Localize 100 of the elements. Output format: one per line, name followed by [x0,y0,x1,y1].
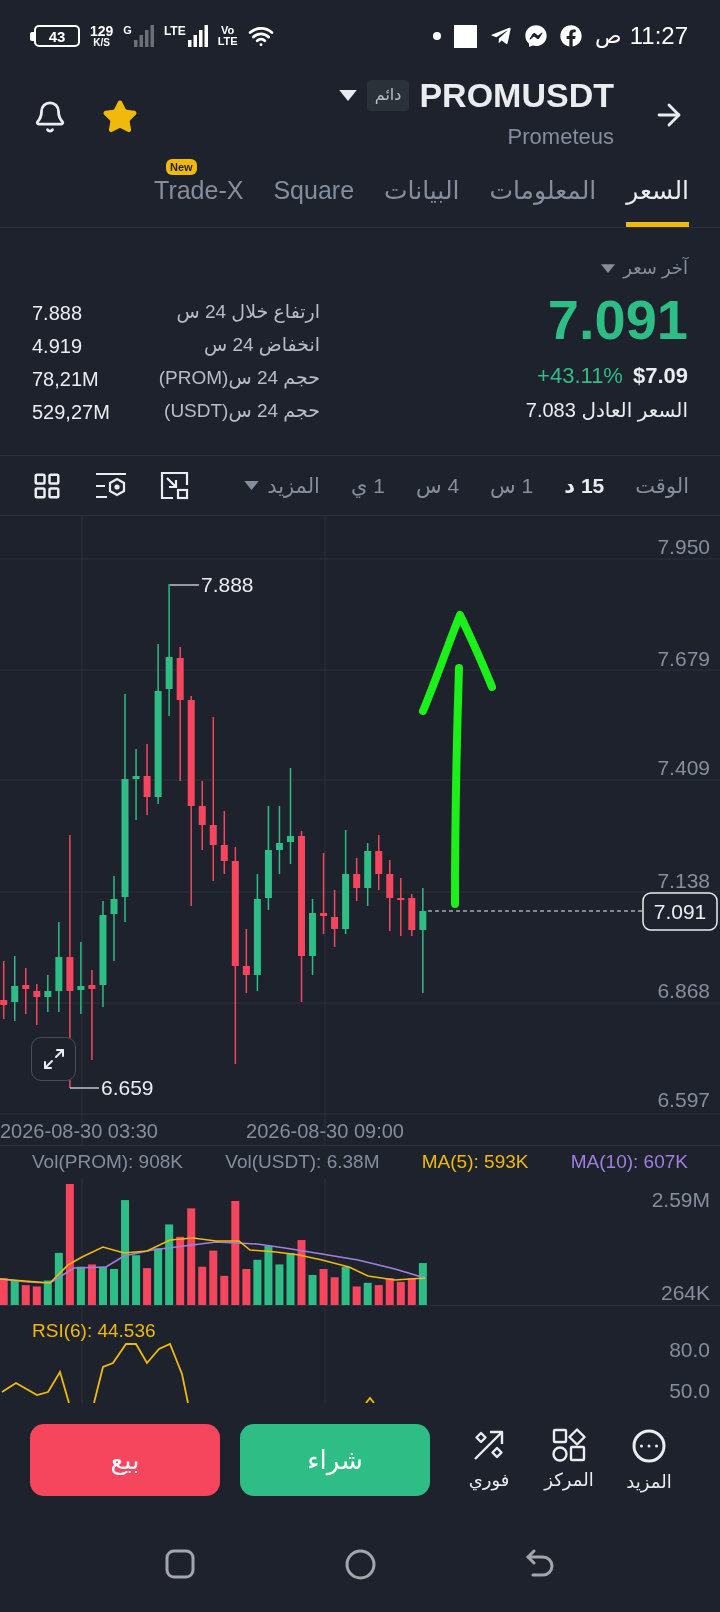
volume-bar [264,1246,273,1305]
home-icon[interactable] [344,1549,376,1580]
low-price-label: 6.659 [101,1076,154,1099]
volume-bar [308,1275,317,1305]
volume-bar [352,1286,361,1305]
candlestick [33,983,41,1026]
caret-down-icon [601,263,616,273]
shapes-icon [552,1428,586,1462]
tab[interactable]: السعر [626,175,689,227]
candlestick [353,857,361,902]
volume-legend: Vol(USDT): 6.38M [225,1147,380,1177]
shortcut-button[interactable]: المزيد [609,1428,689,1493]
volume-bar [32,1286,41,1305]
more-dropdown[interactable]: المزيد [244,469,320,502]
caret-down-icon [338,89,357,101]
volume-bar [176,1236,185,1305]
volume-bar [98,1266,107,1305]
volume-axis-label: 2.59M [651,1188,710,1211]
volume-bar [374,1285,383,1305]
price-axis-label: 6.868 [657,979,710,1002]
network-speed: 129 K/S [90,24,114,48]
lines-hexagon-icon[interactable] [95,471,127,500]
candlestick [198,780,206,851]
interval-tab[interactable]: 1 س [490,469,534,502]
leader-line [169,584,200,586]
volume-bar [198,1266,207,1305]
volume-bar [110,1269,118,1305]
tab[interactable]: Trade-X [154,175,244,227]
bell-icon[interactable] [33,100,67,134]
recent-apps-icon[interactable] [165,1549,195,1579]
volume-bar [286,1252,295,1305]
asset-name: Prometeus [507,123,614,151]
stat-label: حجم 24 س(USDT) [164,399,320,424]
volume-axis-label: 264K [660,1281,710,1304]
price-axis-label: 7.950 [657,535,710,558]
volume-bar [396,1281,405,1305]
interval-tab[interactable]: 15 د [564,469,605,502]
shortcut-button[interactable]: فوري [449,1428,529,1493]
candlestick [0,960,8,1020]
candlestick [408,893,416,937]
time-label: الوقت [635,472,689,500]
battery-indicator: 43 [30,25,80,47]
candlestick [375,834,383,891]
volume-bar [341,1266,350,1305]
volume-bar [319,1269,328,1305]
buy-button[interactable]: شراء [240,1424,430,1496]
price-type-dropdown[interactable]: آخر سعر [601,256,688,280]
sell-button[interactable]: بيع [30,1424,220,1496]
diagonal-arrow-icon [472,1428,506,1462]
last-price-tag: 7.091 [642,892,718,931]
star-icon[interactable] [102,99,138,135]
volume-bar [10,1280,19,1305]
volume-legend: Vol(PROM): 908K [32,1147,183,1177]
meridiem-label: ص [595,25,622,47]
shortcut-button[interactable]: المركز [529,1428,609,1493]
price-change: +43.11% [537,361,623,390]
volume-bar [209,1250,218,1305]
volume-bar [0,1278,8,1305]
diagonal-arrows-icon [41,1047,66,1071]
tab[interactable]: Square [273,175,355,227]
leader-line [69,1087,100,1089]
volume-bar [54,1252,63,1305]
volte-label: Vo LTE [217,25,238,47]
square-icon [454,24,478,48]
candlestick [397,877,405,937]
volume-bar [253,1259,262,1305]
stat-value: 529,27M [32,399,110,425]
back-icon[interactable] [525,1549,555,1579]
price-axis-label: 7.138 [657,869,710,892]
rsi-axis-label: 50.0 [669,1379,710,1402]
high-price-label: 7.888 [201,573,254,596]
interval-tab[interactable]: 1 ي [350,469,385,502]
stat-value: 7.888 [32,300,83,326]
price-axis-label: 7.409 [657,756,710,779]
volume-bar [132,1255,141,1305]
frame-arrow-icon[interactable] [160,471,189,500]
clock-time: 11:27 [629,24,688,48]
time-axis-label: 2026-08-30 03:30 [0,1120,158,1142]
fair-price: السعر العادل 7.083 [525,398,688,424]
symbol-title[interactable]: PROMUSDT [419,75,614,115]
volume-bar [407,1278,416,1305]
volume-bar [418,1263,427,1305]
candlestick [331,889,339,948]
volume-bar [330,1277,339,1305]
paper-plane-icon [490,25,513,47]
tab[interactable]: المعلومات [489,175,597,227]
candlestick [364,842,372,907]
interval-tab[interactable]: 4 س [415,469,460,502]
rsi-legend: RSI(6): 44.536 [32,1320,156,1341]
rsi-axis-label: 80.0 [669,1338,710,1361]
stat-value: 4.919 [32,333,83,359]
circle-f-icon [560,25,583,47]
signal-bars-icon [187,25,208,47]
tab[interactable]: البيانات [384,175,460,227]
volume-bar [21,1285,30,1305]
volume-bar [385,1278,394,1305]
more-icon [631,1428,667,1464]
expand-button[interactable] [31,1037,76,1081]
volume-bar [87,1264,96,1305]
volume-bar [154,1248,163,1305]
